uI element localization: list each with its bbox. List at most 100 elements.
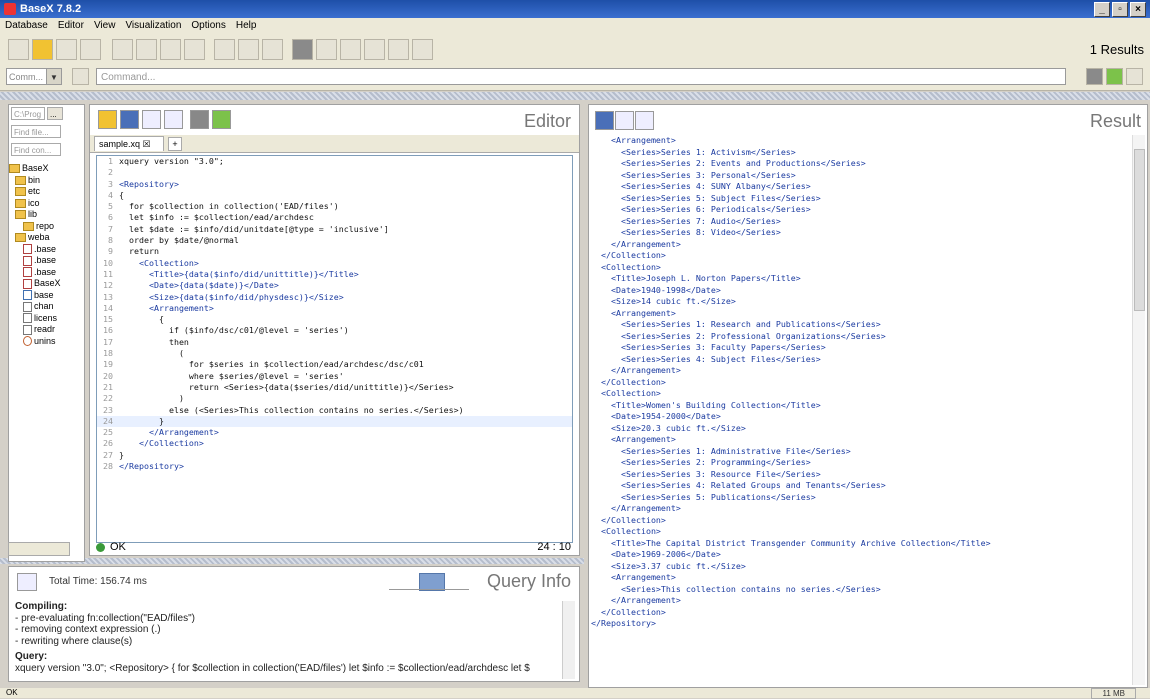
browse-button[interactable]: ... (47, 107, 63, 120)
up-icon[interactable] (160, 39, 181, 60)
code-line: 10 <Collection> (97, 258, 572, 269)
menu-editor[interactable]: Editor (53, 18, 89, 34)
window-title: BaseX 7.8.2 (20, 3, 82, 15)
properties-icon[interactable] (142, 110, 161, 129)
result-line: <Date>1940-1998</Date> (591, 284, 721, 295)
tree-item[interactable]: etc (9, 186, 82, 198)
search-icon[interactable] (164, 110, 183, 129)
run-icon[interactable] (212, 110, 231, 129)
result-line: <Size>14 cubic ft.</Size> (591, 296, 736, 306)
stop-icon[interactable] (190, 110, 209, 129)
info-icon[interactable] (262, 39, 283, 60)
tree-item[interactable]: BaseX (9, 163, 82, 175)
explore-view-icon[interactable] (412, 39, 433, 60)
tree-item[interactable]: bin (9, 175, 82, 187)
result-line: <Size>20.3 cubic ft.</Size> (591, 422, 746, 433)
tree-item[interactable]: readr (9, 324, 82, 336)
tree-view-icon[interactable] (340, 39, 361, 60)
find-content-field[interactable]: Find con... (11, 143, 61, 156)
new-database-icon[interactable] (8, 39, 29, 60)
search-icon[interactable] (635, 111, 654, 130)
menu-help[interactable]: Help (231, 18, 262, 34)
back-icon[interactable] (136, 39, 157, 60)
plot-view-icon[interactable] (388, 39, 409, 60)
tree-item[interactable]: repo (9, 221, 82, 233)
tree-item[interactable]: .base (9, 244, 82, 256)
tree-item[interactable]: licens (9, 313, 82, 325)
find-file-field[interactable]: Find file... (11, 125, 61, 138)
vertical-scrollbar[interactable] (1132, 135, 1145, 685)
table-view-icon[interactable] (364, 39, 385, 60)
home-icon[interactable] (615, 111, 634, 130)
history-icon[interactable] (72, 68, 89, 85)
tree-item[interactable]: ico (9, 198, 82, 210)
result-line: </Collection> (591, 250, 666, 260)
code-line: 6 let $info := $collection/ead/archdesc (97, 212, 572, 223)
code-editor[interactable]: 1 xquery version "3.0"; 2 3 <Repository> 4{5 … (96, 155, 573, 543)
path-field[interactable]: C:\Prog (11, 107, 45, 120)
forward-icon[interactable] (184, 39, 205, 60)
tree-item[interactable]: chan (9, 301, 82, 313)
file-icon (23, 255, 32, 266)
tree-item[interactable]: base (9, 290, 82, 302)
file-icon (23, 313, 32, 324)
total-time: Total Time: 156.74 ms (49, 576, 147, 587)
folder-icon (15, 233, 26, 243)
memory-usage[interactable]: 11 MB (1091, 688, 1136, 699)
menu-visualization[interactable]: Visualization (120, 18, 186, 34)
execute-icon[interactable] (1106, 68, 1123, 85)
info-line: - removing context expression (.) (15, 624, 161, 635)
result-line: <Series>Series 4: Related Groups and Ten… (591, 480, 886, 490)
folder-icon (9, 164, 20, 174)
menu-database[interactable]: Database (0, 18, 53, 34)
save-icon[interactable] (595, 111, 614, 130)
tree-item[interactable]: .base (9, 267, 82, 279)
line-number: 19 (103, 359, 113, 370)
result-line: <Collection> (591, 388, 661, 398)
properties-icon[interactable] (56, 39, 77, 60)
close-button[interactable]: × (1130, 2, 1146, 17)
stop-icon[interactable] (1086, 68, 1103, 85)
vertical-scrollbar[interactable] (562, 601, 575, 679)
code-line: 15 { (97, 314, 572, 325)
code-line: 2 (97, 167, 572, 178)
open-database-icon[interactable] (32, 39, 53, 60)
file-icon (23, 290, 32, 301)
open-file-icon[interactable] (98, 110, 117, 129)
filter-icon[interactable] (1126, 68, 1143, 85)
input-mode-select[interactable]: Comm... ▼ (6, 68, 62, 85)
close-tab-icon[interactable]: ☒ (143, 139, 151, 149)
tree-item[interactable]: .base (9, 255, 82, 267)
text-view-icon[interactable] (292, 39, 313, 60)
folder-icon (15, 198, 26, 208)
editor-title: Editor (523, 111, 571, 131)
horizontal-scrollbar[interactable] (8, 542, 70, 556)
save-icon[interactable] (120, 110, 139, 129)
tree-item[interactable]: BaseX (9, 278, 82, 290)
map-view-icon[interactable] (316, 39, 337, 60)
maximize-button[interactable]: ▫ (1112, 2, 1128, 17)
scroll-thumb[interactable] (1134, 149, 1145, 311)
result-text[interactable]: <Arrangement> <Series>Series 1: Activism… (591, 135, 1127, 685)
menu-options[interactable]: Options (186, 18, 230, 34)
new-tab-icon[interactable]: + (168, 137, 182, 151)
wand-icon[interactable] (238, 39, 259, 60)
tree-item[interactable]: weba (9, 232, 82, 244)
close-database-icon[interactable] (80, 39, 101, 60)
line-number: 4 (108, 189, 113, 200)
code-text: <Date>{data($date)}</Date> (119, 280, 279, 291)
home-icon[interactable] (112, 39, 133, 60)
command-input[interactable]: Command... (96, 68, 1066, 85)
result-line: </Collection> (591, 376, 666, 387)
info-line: xquery version "3.0"; <Repository> { for… (15, 662, 530, 674)
tree-item[interactable]: lib (9, 209, 82, 221)
file-icon (23, 324, 32, 335)
tree-item[interactable]: unins (9, 336, 82, 348)
search-icon[interactable] (17, 573, 37, 591)
minimize-button[interactable]: _ (1094, 2, 1110, 17)
results-count: 1 Results (1089, 42, 1144, 57)
edit-icon[interactable] (214, 39, 235, 60)
tab-sample-xq[interactable]: sample.xq ☒ (94, 136, 164, 151)
menu-view[interactable]: View (89, 18, 121, 34)
menu-bar: Database Editor View Visualization Optio… (0, 18, 1150, 34)
